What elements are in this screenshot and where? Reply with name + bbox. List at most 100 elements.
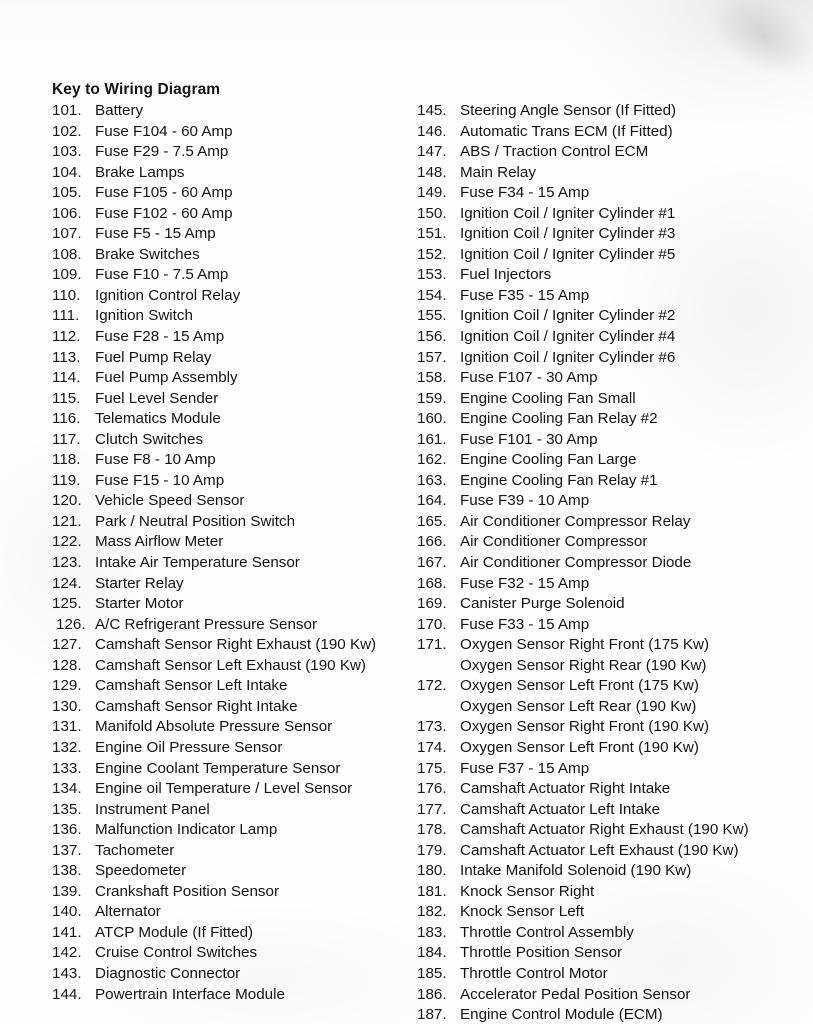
key-list-item: 186. Accelerator Pedal Position Sensor: [417, 985, 813, 1006]
key-item-label: Canister Purge Solenoid: [460, 595, 625, 613]
key-item-label: Camshaft Actuator Left Intake: [460, 800, 661, 818]
key-item-label: Throttle Control Motor: [460, 964, 608, 982]
key-item-label: Intake Air Temperature Sensor: [95, 554, 300, 572]
key-item-number: 118.: [52, 451, 81, 469]
key-item-number: 143.: [52, 964, 82, 982]
key-list-item: 187. Engine Control Module (ECM): [417, 1005, 813, 1024]
key-item-number: 125.: [52, 595, 82, 613]
key-item-label: Park / Neutral Position Switch: [95, 512, 296, 530]
key-list-item: 166. Air Conditioner Compressor: [417, 532, 813, 553]
key-list-item: 101. Battery: [52, 101, 432, 122]
key-list-item: 134. Engine oil Temperature / Level Senso…: [52, 779, 432, 800]
key-item-number: 170.: [417, 615, 447, 633]
key-list-item: 175. Fuse F37 - 15 Amp: [417, 759, 813, 780]
key-list-item: 122. Mass Airflow Meter: [52, 532, 432, 553]
key-list-item: 116. Telematics Module: [52, 409, 432, 430]
key-item-number: 140.: [52, 903, 82, 921]
key-item-label: Engine oil Temperature / Level Sensor: [95, 780, 353, 798]
key-item-label: Fuse F35 - 15 Amp: [460, 286, 590, 304]
key-list-item: 144. Powertrain Interface Module: [52, 985, 432, 1006]
key-list-item: 161. Fuse F101 - 30 Amp: [417, 430, 813, 451]
key-item-label: Ignition Control Relay: [95, 286, 241, 304]
key-item-number: 102.: [52, 122, 82, 140]
key-list-item: 133. Engine Coolant Temperature Sensor: [52, 759, 432, 780]
key-item-label: Camshaft Sensor Left Exhaust (190 Kw): [95, 656, 366, 674]
key-item-number: 148.: [417, 163, 447, 181]
key-list-item: 108. Brake Switches: [52, 245, 432, 266]
key-item-label: ABS / Traction Control ECM: [460, 143, 649, 161]
key-item-number: 144.: [52, 985, 82, 1003]
key-item-number: 131.: [52, 718, 82, 736]
key-item-label: Crankshaft Position Sensor: [95, 882, 280, 900]
key-item-number: 165.: [417, 512, 447, 530]
key-item-label: Fuse F5 - 15 Amp: [95, 225, 216, 243]
key-item-number: 132.: [52, 738, 82, 756]
key-item-number: 115.: [52, 389, 81, 407]
key-item-label: Intake Manifold Solenoid (190 Kw): [460, 862, 692, 880]
key-item-number: 145.: [417, 102, 447, 119]
key-item-label: Oxygen Sensor Left Rear (190 Kw): [460, 697, 697, 715]
key-list-item: 126. A/C Refrigerant Pressure Sensor: [52, 615, 432, 636]
key-list-right-column: 145. Steering Angle Sensor (If Fitted) 146…: [417, 101, 813, 1024]
key-list-item: 163. Engine Cooling Fan Relay #1: [417, 471, 813, 492]
key-item-number: 107.: [52, 225, 82, 243]
key-item-number: 157.: [417, 348, 447, 366]
key-item-label: Fuse F37 - 15 Amp: [460, 759, 590, 777]
key-list-left-column: 101. Battery 102. Fuse F104 - 60 Amp 103. Fus…: [52, 101, 432, 1005]
key-list-item: 177. Camshaft Actuator Left Intake: [417, 800, 813, 821]
key-item-number: 177.: [417, 800, 447, 818]
key-item-label: Camshaft Actuator Right Exhaust (190 Kw): [460, 821, 749, 839]
key-item-number: 150.: [417, 204, 447, 222]
key-item-label: Main Relay: [460, 163, 536, 181]
key-item-label: Accelerator Pedal Position Sensor: [460, 985, 691, 1003]
key-item-label: Air Conditioner Compressor: [460, 533, 648, 551]
key-list-item: 113. Fuel Pump Relay: [52, 348, 432, 369]
key-item-label: Vehicle Speed Sensor: [95, 492, 245, 510]
key-list-item: 159. Engine Cooling Fan Small: [417, 389, 813, 410]
key-list-item: 118. Fuse F8 - 10 Amp: [52, 450, 432, 471]
key-list-item: 149. Fuse F34 - 15 Amp: [417, 183, 813, 204]
key-item-number: 169.: [417, 595, 447, 613]
key-item-label: Ignition Coil / Igniter Cylinder #2: [460, 307, 676, 325]
key-list-item: 127. Camshaft Sensor Right Exhaust (190 K…: [52, 635, 432, 656]
key-item-label: Ignition Switch: [95, 307, 193, 325]
key-item-label: Oxygen Sensor Right Rear (190 Kw): [460, 656, 707, 674]
key-item-label: Fuel Pump Relay: [95, 348, 212, 366]
key-list-item: 140. Alternator: [52, 902, 432, 923]
key-list-item: 136. Malfunction Indicator Lamp: [52, 820, 432, 841]
key-list-item: 147. ABS / Traction Control ECM: [417, 142, 813, 163]
key-item-number: 105.: [52, 184, 82, 202]
key-item-number: 174.: [417, 738, 447, 756]
key-item-number: 168.: [417, 574, 447, 592]
key-item-label: Fuse F15 - 10 Amp: [95, 471, 225, 489]
key-item-number: 103.: [52, 143, 82, 161]
key-list-item: 138. Speedometer: [52, 861, 432, 882]
key-list-item: 143. Diagnostic Connector: [52, 964, 432, 985]
key-list-item: 178. Camshaft Actuator Right Exhaust (190…: [417, 820, 813, 841]
key-item-label: Malfunction Indicator Lamp: [95, 821, 278, 839]
key-item-label: Fuse F29 - 7.5 Amp: [95, 143, 229, 161]
key-list-item: 158. Fuse F107 - 30 Amp: [417, 368, 813, 389]
key-item-number: 122.: [52, 533, 82, 551]
key-item-number: 124.: [52, 574, 82, 592]
key-item-label: Air Conditioner Compressor Relay: [460, 512, 691, 530]
key-item-label: Knock Sensor Left: [460, 903, 585, 921]
key-item-label: Cruise Control Switches: [95, 944, 258, 962]
key-item-label: Fuse F33 - 15 Amp: [460, 615, 590, 633]
key-item-label: Fuse F101 - 30 Amp: [460, 430, 598, 448]
key-list-item: 184. Throttle Position Sensor: [417, 943, 813, 964]
key-item-label: Camshaft Sensor Right Exhaust (190 Kw): [95, 636, 377, 654]
key-item-number: 119.: [52, 471, 81, 489]
key-list-item: Oxygen Sensor Left Rear (190 Kw): [417, 697, 813, 718]
key-list-item: 139. Crankshaft Position Sensor: [52, 882, 432, 903]
key-list-item: 135. Instrument Panel: [52, 800, 432, 821]
key-item-number: 151.: [417, 225, 447, 243]
key-item-label: Ignition Coil / Igniter Cylinder #1: [460, 204, 676, 222]
key-item-number: 175.: [417, 759, 447, 777]
key-item-label: Fuse F105 - 60 Amp: [95, 184, 233, 202]
key-item-label: Battery: [95, 102, 144, 119]
key-item-label: Camshaft Actuator Left Exhaust (190 Kw): [460, 841, 739, 859]
key-item-number: 185.: [417, 964, 447, 982]
key-item-number: 142.: [52, 944, 82, 962]
key-item-number: 113.: [52, 348, 81, 366]
